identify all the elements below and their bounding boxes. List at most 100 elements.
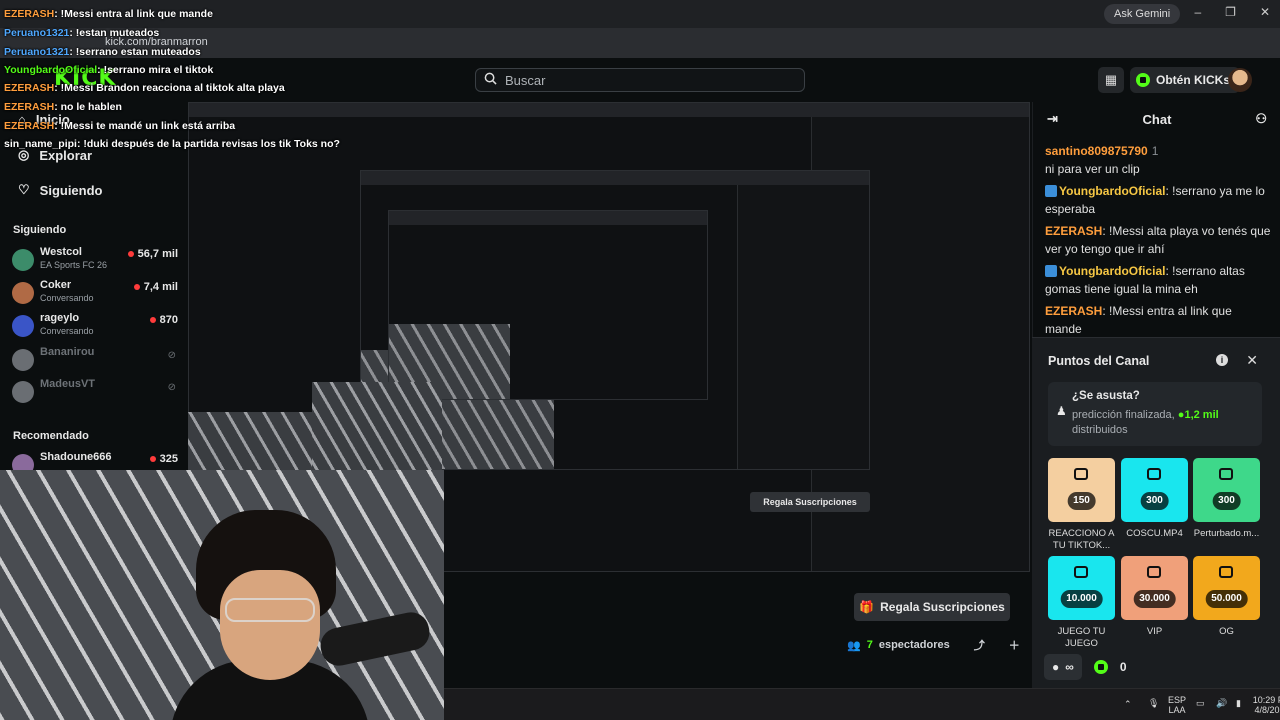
sidebar-item-label: Siguiendo	[39, 182, 103, 198]
microphone-tray-icon[interactable]: 🎙	[1148, 698, 1159, 708]
prediction-icon: ♟	[1056, 404, 1067, 418]
nested-gift-button: Regala Suscripciones	[750, 492, 870, 512]
gift-subscriptions-button[interactable]: 🎁 Regala Suscripciones	[854, 593, 1010, 621]
chat-message: EZERASH: !Messi alta playa vo tenés que …	[1045, 224, 1271, 256]
share-icon[interactable]: ⤴	[974, 637, 985, 653]
streamer-figure	[170, 510, 370, 720]
overlay-chat-line: Peruano1321: !serrano estan muteados	[4, 46, 201, 58]
chat-username[interactable]: YoungbardoOficial	[1059, 264, 1165, 278]
channel-name: Coker	[40, 279, 72, 291]
follow-user-icon[interactable]: ＋	[1009, 637, 1020, 653]
chat-message: YoungbardoOficial: !serrano ya me lo esp…	[1045, 184, 1265, 216]
reward-5[interactable]: 50.000 OG	[1193, 556, 1260, 652]
volume-icon[interactable]: 🔊	[1216, 698, 1227, 708]
reward-card[interactable]: 300	[1121, 458, 1188, 522]
chat-username[interactable]: EZERASH	[1045, 304, 1102, 318]
chat-message: YoungbardoOficial: !serrano altas gomas …	[1045, 264, 1245, 296]
minimize-button[interactable]: –	[1194, 5, 1201, 19]
reward-4[interactable]: 30.000 VIP	[1121, 556, 1188, 652]
get-kicks-label: Obtén KICKs	[1156, 73, 1231, 87]
overlay-chat-text: !Messi te mandé un link está arriba	[60, 120, 236, 132]
reward-card[interactable]: 10.000	[1048, 556, 1115, 620]
reward-card[interactable]: 300	[1193, 458, 1260, 522]
channel-viewers: 56,7 mil	[128, 248, 178, 260]
maximize-button[interactable]: ❐	[1225, 5, 1236, 19]
close-icon[interactable]: ✕	[1246, 352, 1258, 369]
chat-message: EZERASH: !Messi entra al link que mande	[1045, 304, 1232, 336]
offline-icon: ⊘	[167, 350, 176, 361]
prediction-card[interactable]: ♟ ¿Se asusta? predicción finalizada, ●1,…	[1048, 382, 1262, 446]
language-indicator[interactable]: ESP LAA	[1168, 695, 1186, 715]
overlay-chat-user: Peruano1321	[4, 27, 70, 39]
sidebar-item-siguiendo[interactable]: ♡ Siguiendo	[18, 182, 103, 198]
sidebar-channel-westcol[interactable]: Westcol EA Sports FC 26 56,7 mil	[12, 246, 178, 276]
reward-card[interactable]: 30.000	[1121, 556, 1188, 620]
chat-message-list: santino809875790 1 ni para ver un clip Youn…	[1045, 142, 1271, 365]
chat-username[interactable]: YoungbardoOficial	[1059, 184, 1165, 198]
network-icon[interactable]: ▭	[1196, 698, 1205, 708]
reward-cost: 300	[1212, 492, 1241, 510]
get-kicks-button[interactable]: Obtén KICKs	[1130, 67, 1241, 93]
overlay-chat-user: EZERASH	[4, 120, 55, 132]
reward-label: REACCIONO A TU TIKTOK...	[1048, 528, 1115, 551]
reward-label: VIP	[1146, 626, 1163, 637]
reward-label: OG	[1219, 626, 1234, 637]
reward-label: JUEGO TU JUEGO	[1057, 626, 1106, 649]
search-input[interactable]: Buscar	[475, 68, 805, 92]
overlay-chat-user: EZERASH	[4, 82, 55, 94]
channel-name: Bananirou	[40, 346, 95, 358]
sidebar-channel-madeusvt[interactable]: MadeusVT ⊘	[12, 378, 178, 408]
gift-icon: 🎁	[859, 600, 875, 614]
reward-1[interactable]: 300 COSCU.MP4	[1121, 458, 1188, 554]
reward-cost: 150	[1067, 492, 1096, 510]
info-icon[interactable]: i	[1216, 354, 1228, 366]
window-controls: – ❐ ✕	[1194, 5, 1270, 19]
chat-message: santino809875790 1 ni para ver un clip	[1045, 142, 1271, 178]
sidebar-channel-coker[interactable]: Coker Conversando 7,4 mil	[12, 279, 178, 309]
overlay-chat-line: EZERASH: no le hablen	[4, 101, 122, 113]
avatar	[12, 381, 34, 403]
clock[interactable]: 10:29 PM4/8/2026	[1248, 695, 1280, 715]
chat-username[interactable]: EZERASH	[1045, 224, 1102, 238]
viewers-number: 7	[866, 639, 873, 651]
collapse-chat-icon[interactable]: ⇥	[1047, 111, 1058, 127]
close-window-button[interactable]: ✕	[1260, 5, 1270, 19]
overlay-chat-line: EZERASH: !Messi Brandon reacciona al tik…	[4, 82, 285, 94]
chat-title: Chat	[1142, 111, 1172, 127]
reward-0[interactable]: 150 REACCIONO A TU TIKTOK...	[1048, 458, 1115, 554]
points-title: Puntos del Canal	[1048, 354, 1150, 368]
reward-3[interactable]: 10.000 JUEGO TU JUEGO	[1048, 556, 1115, 652]
user-avatar[interactable]	[1228, 68, 1252, 92]
following-heading: Siguiendo	[13, 224, 67, 236]
overlay-chat-line: sin_name_pipi: !duki después de la parti…	[4, 138, 340, 150]
reward-cost: 30.000	[1133, 590, 1176, 608]
gift-box-icon	[1219, 566, 1233, 578]
reward-card[interactable]: 50.000	[1193, 556, 1260, 620]
nested-capture-3	[388, 210, 708, 400]
channel-points-balance[interactable]: ● ∞	[1044, 654, 1082, 680]
reward-card[interactable]: 150	[1048, 458, 1115, 522]
overlay-chat-text: !serrano mira el tiktok	[103, 64, 214, 76]
reward-cost: 10.000	[1060, 590, 1103, 608]
channel-name: Westcol	[40, 246, 82, 258]
store-icon[interactable]: ▦	[1098, 67, 1124, 93]
gift-box-icon	[1147, 566, 1161, 578]
stream-info-bar	[444, 572, 1030, 688]
avatar	[12, 349, 34, 371]
windows-taskbar: ⌃ 🎙 ESPLAA ▭ 🔊 ▮ 10:29 PM4/8/2026	[444, 688, 1280, 720]
chat-users-icon[interactable]: ⚇	[1255, 111, 1267, 127]
reward-label: COSCU.MP4	[1126, 528, 1183, 539]
sidebar-channel-rageylo[interactable]: rageylo Conversando 870	[12, 312, 178, 342]
battery-icon[interactable]: ▮	[1236, 698, 1241, 708]
sidebar-channel-bananirou[interactable]: Bananirou ⊘	[12, 346, 178, 376]
chat-username[interactable]: santino809875790	[1045, 144, 1148, 158]
chevron-up-icon[interactable]: ⌃	[1124, 699, 1132, 709]
channel-category: EA Sports FC 26	[40, 260, 108, 270]
channel-category: Conversando	[40, 293, 94, 303]
gemini-button[interactable]: Ask Gemini	[1104, 4, 1181, 24]
avatar	[12, 315, 34, 337]
gift-box-icon	[1147, 468, 1161, 480]
gift-box-icon	[1219, 468, 1233, 480]
viewer-count: 👥 7 espectadores ⤴ ＋	[847, 637, 1020, 653]
reward-2[interactable]: 300 Perturbado.m...	[1193, 458, 1260, 554]
